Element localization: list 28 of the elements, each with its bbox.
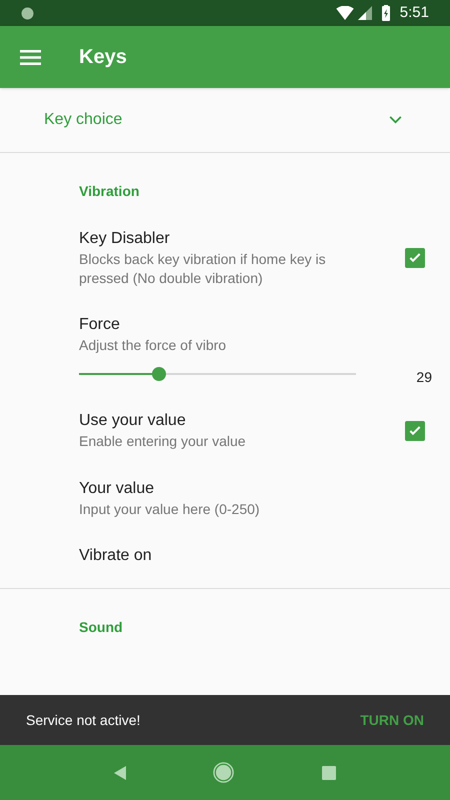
notification-icon bbox=[21, 6, 34, 20]
dropdown[interactable]: Key choice bbox=[0, 88, 450, 153]
setting-title: Force bbox=[79, 315, 121, 335]
wifi-icon bbox=[336, 6, 354, 20]
back-icon[interactable] bbox=[114, 766, 126, 780]
clock: 5:51 bbox=[400, 2, 429, 23]
setting-title: Your value bbox=[79, 479, 156, 499]
slider-thumb[interactable] bbox=[152, 366, 166, 380]
setting-summary: Input your value here (0-250) bbox=[79, 500, 261, 519]
signal-icon bbox=[358, 6, 372, 20]
setting-summary: Enable entering your value bbox=[79, 432, 247, 451]
checkbox[interactable] bbox=[405, 248, 425, 268]
setting-title: Use your value bbox=[79, 411, 187, 431]
snackbar-message: Service not active! bbox=[26, 710, 142, 730]
section-header: Vibration bbox=[78, 182, 140, 201]
setting-summary: Blocks back key vibration if home key is pressed (No double vibration) bbox=[79, 250, 327, 288]
slider-value: 29 bbox=[416, 368, 432, 387]
recents-icon[interactable] bbox=[322, 766, 336, 780]
turn-on-button[interactable]: TURN ON bbox=[360, 710, 424, 730]
menu-icon[interactable] bbox=[20, 50, 41, 64]
checkbox[interactable] bbox=[405, 420, 425, 440]
app-bar-title: Keys bbox=[79, 45, 127, 70]
setting-title: Vibrate on bbox=[79, 546, 153, 566]
setting-title: Key Disabler bbox=[79, 229, 171, 249]
setting-summary: Adjust the force of vibro bbox=[79, 336, 228, 355]
home-icon[interactable] bbox=[213, 762, 234, 783]
battery-icon bbox=[382, 5, 390, 21]
section-header: Sound bbox=[78, 618, 124, 637]
